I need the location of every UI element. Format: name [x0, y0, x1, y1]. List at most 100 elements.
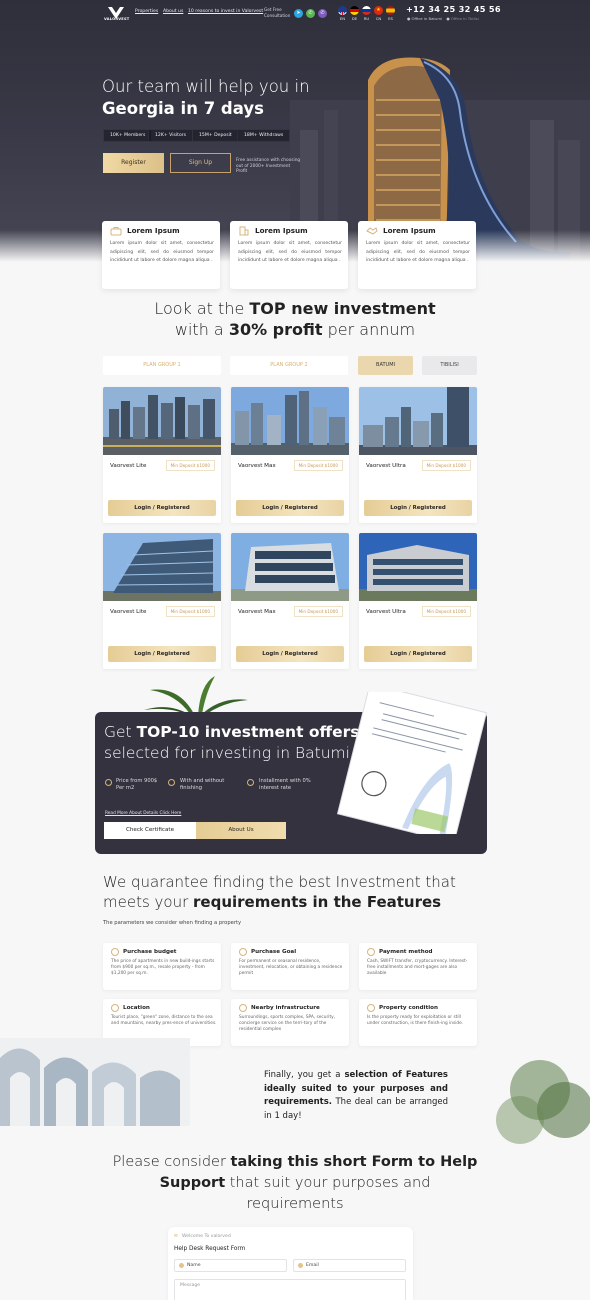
- flag-de-icon[interactable]: [350, 6, 359, 15]
- email-field[interactable]: Email: [293, 1259, 406, 1272]
- brand-logo[interactable]: VALORVEST: [104, 4, 130, 24]
- whatsapp-icon[interactable]: ✆: [306, 9, 315, 18]
- viber-icon[interactable]: ✆: [318, 9, 327, 18]
- feature-card-text: Lorem ipsum dolor sit amet, consectetur …: [366, 241, 470, 263]
- briefcase-icon: [110, 227, 122, 236]
- login-register-button[interactable]: Login / Registered: [236, 500, 344, 516]
- trees-image: [496, 1060, 590, 1144]
- payment-icon: [367, 948, 375, 956]
- office-locations: ● Office in Batumi ● Office in Tbilisi: [407, 16, 479, 21]
- check-circle-icon: [168, 779, 175, 786]
- phone-number[interactable]: +12 34 25 32 45 56: [406, 4, 501, 14]
- tab-plan-group-2[interactable]: PLAN GROUP 2: [230, 356, 348, 375]
- property-name: Vaorvest Ultra: [366, 609, 406, 615]
- feature-card: Lorem Ipsum Lorem ipsum dolor sit amet, …: [358, 221, 476, 289]
- login-register-button[interactable]: Login / Registered: [108, 646, 216, 662]
- target-icon: [239, 948, 247, 956]
- signup-button[interactable]: Sign Up: [170, 153, 231, 173]
- name-field[interactable]: Name: [174, 1259, 287, 1272]
- feature-card-title: Lorem Ipsum: [127, 226, 180, 235]
- flag-en-icon[interactable]: [338, 6, 347, 15]
- parameter-title: Purchase Goal: [251, 949, 297, 955]
- read-more-link[interactable]: Read More About Details Click Here: [105, 811, 181, 816]
- promo-check-installment: Installment with 0% interest rate: [259, 778, 311, 791]
- budget-icon: [111, 948, 119, 956]
- login-register-button[interactable]: Login / Registered: [236, 646, 344, 662]
- investment-title-b: TOP new investment: [249, 299, 436, 318]
- location-pin-icon: ●: [407, 16, 411, 21]
- form-heading: Help Desk Request Form: [174, 1246, 246, 1252]
- promo-title-a: Get: [104, 723, 137, 741]
- tab-tibilisi[interactable]: TIBILISI: [422, 356, 477, 375]
- guarantee-subtitle: The parameters we consider when finding …: [103, 920, 242, 926]
- parameter-text: Surroundings, sports complex, SPA, secur…: [239, 1015, 336, 1032]
- parameter-card: Property condition Is the property ready…: [359, 999, 477, 1046]
- register-button[interactable]: Register: [103, 153, 164, 173]
- property-condition-icon: [367, 1004, 375, 1012]
- property-name: Vaorvest Max: [238, 463, 276, 469]
- promo-check-finishing: With and without finishing: [180, 778, 225, 791]
- certificate-image: [336, 692, 488, 834]
- location-icon: [111, 1004, 119, 1012]
- property-card: Vaorvest Lite Min Deposit $1000 Login / …: [103, 387, 221, 523]
- top-navigation-bar: VALORVEST Properties About us 10 reasons…: [0, 0, 590, 26]
- investment-title-a: Look at the: [154, 299, 250, 318]
- property-image: [359, 533, 477, 601]
- about-us-button[interactable]: About Us: [196, 822, 286, 839]
- property-name: Vaorvest Max: [238, 609, 276, 615]
- user-icon: [179, 1263, 184, 1268]
- tab-batumi[interactable]: BATUMI: [358, 356, 413, 375]
- property-image: [103, 533, 221, 601]
- logo-text: VALORVEST: [104, 17, 130, 21]
- check-certificate-button[interactable]: Check Certificate: [104, 822, 196, 839]
- tab-plan-group-1[interactable]: PLAN GROUP 1: [103, 356, 221, 375]
- property-image: [103, 387, 221, 455]
- property-card: Vaorvest Ultra Min Deposit $1000 Login /…: [359, 387, 477, 523]
- property-card: Vaorvest Ultra Min Deposit $1000 Login /…: [359, 533, 477, 669]
- message-field[interactable]: Message: [174, 1279, 406, 1300]
- min-deposit-badge: Min Deposit $1000: [293, 460, 343, 471]
- parameter-text: The price of apartments in new build-ing…: [111, 959, 215, 976]
- parameter-title: Location: [123, 1005, 150, 1011]
- telegram-icon[interactable]: ➤: [294, 9, 303, 18]
- login-register-button[interactable]: Login / Registered: [364, 500, 472, 516]
- finally-text: Finally, you get a selection of Features…: [264, 1069, 448, 1123]
- flag-cn-icon[interactable]: ★: [374, 6, 383, 15]
- lang-code-en: EN: [339, 16, 346, 21]
- investment-section-title: Look at the TOP new investment with a 30…: [0, 298, 590, 340]
- form-title-c: that suit your purposes and requirements: [225, 1175, 431, 1212]
- palm-leaves-image: [144, 676, 248, 716]
- office-batumi[interactable]: Office in Batumi: [412, 16, 443, 21]
- parameter-card: Purchase Goal For permanent or seasonal …: [231, 943, 349, 990]
- promo-check-price: Price from 900$ Per m2: [116, 778, 158, 791]
- nav-link-properties[interactable]: Properties: [135, 9, 158, 14]
- nav-link-reasons[interactable]: 10 reasons to invest in Valorvest: [188, 9, 263, 14]
- min-deposit-badge: Min Deposit $1000: [165, 460, 215, 471]
- feature-card: Lorem Ipsum Lorem ipsum dolor sit amet, …: [230, 221, 348, 289]
- stat-members: 10K+ Members: [103, 129, 153, 142]
- parameter-title: Property condition: [379, 1005, 439, 1011]
- office-tbilisi[interactable]: Office in Tbilisi: [451, 16, 479, 21]
- help-desk-form: ✉ Welcome To valorved Help Desk Request …: [168, 1227, 413, 1300]
- flag-ru-icon[interactable]: [362, 6, 371, 15]
- min-deposit-badge: Min Deposit $1000: [421, 460, 471, 471]
- property-card: Vaorvest Max Min Deposit $1000 Login / R…: [231, 533, 349, 669]
- parameter-card: Nearby infrastructure Surroundings, spor…: [231, 999, 349, 1046]
- min-deposit-badge: Min Deposit $1000: [421, 606, 471, 617]
- feature-card-title: Lorem Ipsum: [255, 226, 308, 235]
- parameter-card: Purchase budget The price of apartments …: [103, 943, 221, 990]
- login-register-button[interactable]: Login / Registered: [364, 646, 472, 662]
- lang-code-de: DE: [351, 16, 358, 21]
- finally-text-a: Finally, you get a: [264, 1070, 345, 1080]
- parameter-title: Nearby infrastructure: [251, 1005, 320, 1011]
- login-register-button[interactable]: Login / Registered: [108, 500, 216, 516]
- nav-link-about[interactable]: About us: [163, 9, 183, 14]
- hero-title-line1: Our team will help you in: [102, 77, 310, 96]
- stat-withdraws: 18M+ Withdraws: [237, 129, 291, 142]
- property-name: Vaorvest Ultra: [366, 463, 406, 469]
- message-placeholder: Message: [180, 1283, 201, 1288]
- name-placeholder: Name: [187, 1263, 201, 1268]
- parameter-title: Payment method: [379, 949, 433, 955]
- flag-es-icon[interactable]: [386, 6, 395, 15]
- lang-code-cn: CN: [375, 16, 382, 21]
